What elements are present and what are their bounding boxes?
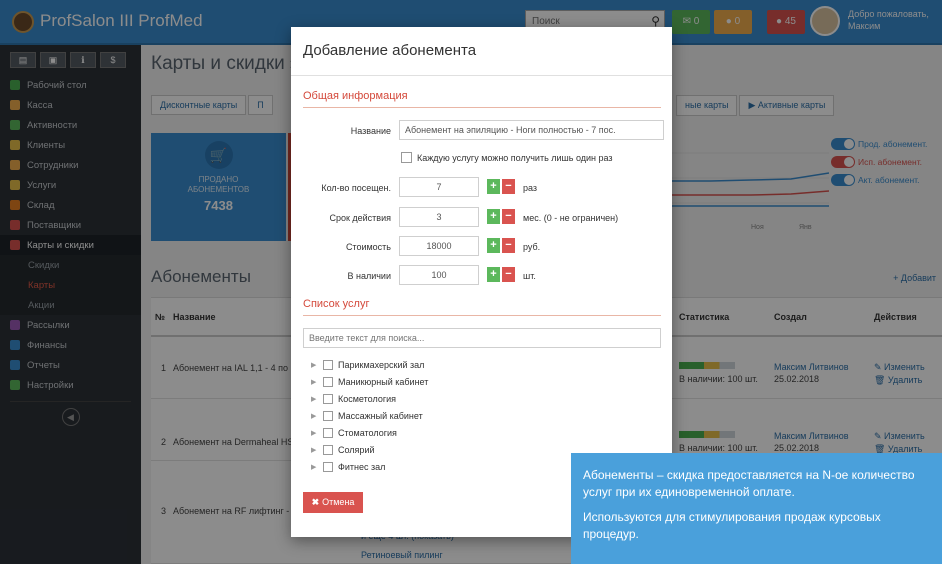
- service-tree-item[interactable]: ▶ Солярий: [311, 443, 375, 457]
- price-unit: руб.: [523, 242, 541, 252]
- group-divider: [303, 315, 661, 316]
- stock-unit: шт.: [523, 271, 536, 281]
- visits-unit: раз: [523, 183, 538, 193]
- duration-minus-button[interactable]: −: [502, 209, 515, 224]
- expand-arrow-icon[interactable]: ▶: [311, 378, 323, 386]
- visits-plus-button[interactable]: +: [487, 179, 500, 194]
- service-tree-item[interactable]: ▶ Стоматология: [311, 426, 397, 440]
- visits-field[interactable]: [399, 177, 479, 197]
- modal-title: Добавление абонемента: [303, 42, 477, 59]
- service-label: Парикмахерский зал: [338, 360, 425, 370]
- service-checkbox[interactable]: [323, 411, 333, 421]
- service-tree-item[interactable]: ▶ Фитнес зал: [311, 460, 385, 474]
- price-label: Стоимость: [345, 242, 391, 252]
- service-tree-item[interactable]: ▶ Массажный кабинет: [311, 409, 423, 423]
- service-label: Косметология: [338, 394, 397, 404]
- price-plus-button[interactable]: +: [487, 238, 500, 253]
- services-search-input[interactable]: [303, 328, 661, 348]
- expand-arrow-icon[interactable]: ▶: [311, 361, 323, 369]
- expand-arrow-icon[interactable]: ▶: [311, 412, 323, 420]
- help-tooltip: Абонементы – скидка предоставляется на N…: [571, 453, 942, 564]
- service-label: Массажный кабинет: [338, 411, 423, 421]
- service-tree-item[interactable]: ▶ Маникюрный кабинет: [311, 375, 428, 389]
- modal-divider: [291, 75, 672, 76]
- service-tree-item[interactable]: ▶ Парикмахерский зал: [311, 358, 424, 372]
- duration-plus-button[interactable]: +: [487, 209, 500, 224]
- service-checkbox[interactable]: [323, 445, 333, 455]
- cancel-button[interactable]: ✖ Отмена: [303, 492, 363, 513]
- one-time-checkbox[interactable]: [401, 152, 412, 163]
- service-label: Маникюрный кабинет: [338, 377, 429, 387]
- stock-minus-button[interactable]: −: [502, 267, 515, 282]
- price-field[interactable]: [399, 236, 479, 256]
- stock-plus-button[interactable]: +: [487, 267, 500, 282]
- tooltip-text-1: Абонементы – скидка предоставляется на N…: [583, 468, 915, 499]
- duration-unit: мес. (0 - не ограничен): [523, 213, 619, 223]
- name-label: Название: [350, 126, 391, 136]
- service-checkbox[interactable]: [323, 377, 333, 387]
- one-time-label: Каждую услугу можно получить лишь один р…: [417, 153, 613, 163]
- service-checkbox[interactable]: [323, 428, 333, 438]
- name-field[interactable]: [399, 120, 664, 140]
- service-checkbox[interactable]: [323, 394, 333, 404]
- expand-arrow-icon[interactable]: ▶: [311, 463, 323, 471]
- service-tree-item[interactable]: ▶ Косметология: [311, 392, 396, 406]
- stock-field[interactable]: [399, 265, 479, 285]
- expand-arrow-icon[interactable]: ▶: [311, 429, 323, 437]
- duration-label: Срок действия: [329, 213, 391, 223]
- close-icon: ✖: [311, 497, 320, 507]
- group-divider: [303, 107, 661, 108]
- price-minus-button[interactable]: −: [502, 238, 515, 253]
- expand-arrow-icon[interactable]: ▶: [311, 446, 323, 454]
- service-label: Фитнес зал: [338, 462, 386, 472]
- service-checkbox[interactable]: [323, 462, 333, 472]
- cancel-label: Отмена: [322, 497, 355, 507]
- stock-label: В наличии: [347, 271, 391, 281]
- service-label: Солярий: [338, 445, 375, 455]
- visits-label: Кол-во посещен.: [321, 183, 391, 193]
- visits-minus-button[interactable]: −: [502, 179, 515, 194]
- tooltip-text-2: Используются для стимулирования продаж к…: [583, 510, 881, 541]
- duration-field[interactable]: [399, 207, 479, 227]
- service-label: Стоматология: [338, 428, 397, 438]
- general-info-title: Общая информация: [303, 90, 408, 102]
- service-checkbox[interactable]: [323, 360, 333, 370]
- expand-arrow-icon[interactable]: ▶: [311, 395, 323, 403]
- services-title: Список услуг: [303, 298, 370, 310]
